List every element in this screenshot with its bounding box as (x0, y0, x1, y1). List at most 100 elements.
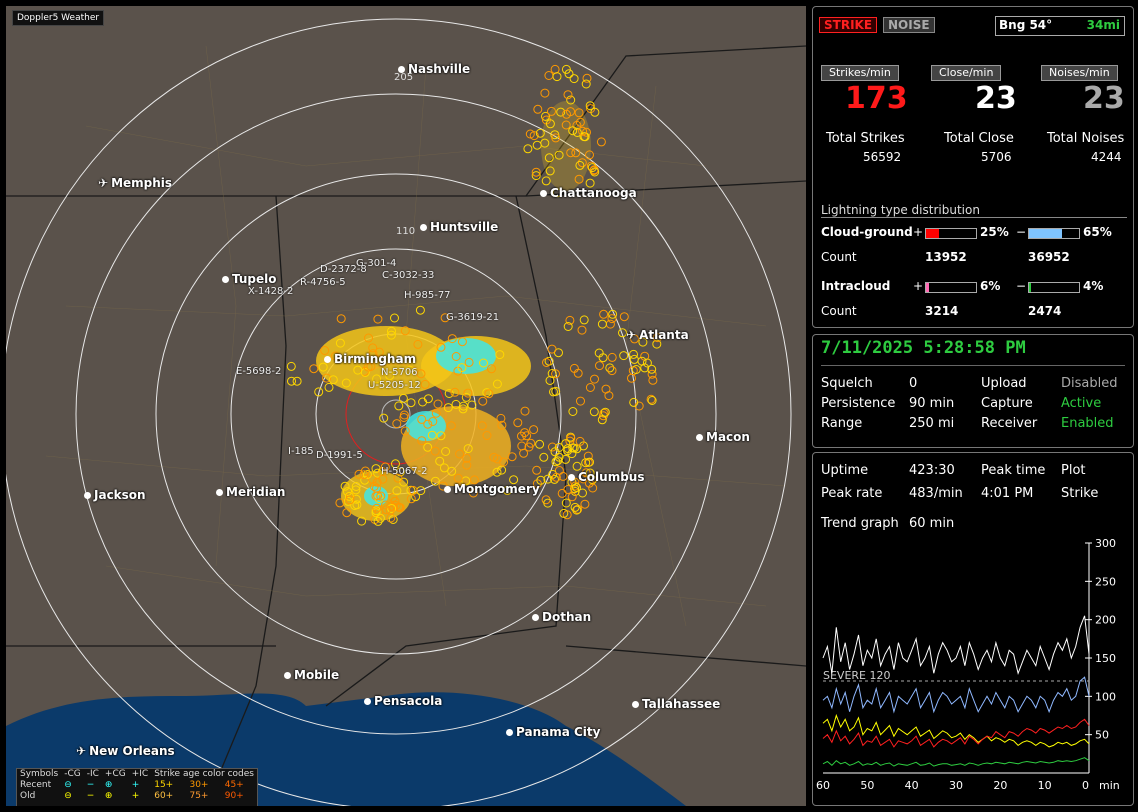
city-name: Tupelo (232, 272, 277, 286)
plot-value[interactable]: Strike (1061, 486, 1098, 501)
strike-symbol (552, 72, 562, 82)
lightning-map[interactable]: Doppler5 Weather Nashville ✈ Memphis Chatta… (6, 6, 806, 806)
legend-symbol: + (131, 791, 140, 801)
ic-minus-count: 2474 (1028, 304, 1062, 318)
strike-symbol (599, 309, 609, 319)
strike-symbol (585, 383, 595, 392)
total-strikes: 56592 (863, 150, 902, 164)
plus-sign: + (913, 279, 924, 293)
strike-symbol (631, 365, 641, 374)
strike-symbol (373, 314, 383, 324)
x-unit-label: min (1099, 779, 1120, 792)
total-close: 5706 (981, 150, 1012, 164)
ic-minus-bar (1028, 282, 1080, 293)
city-name: Chattanooga (550, 186, 637, 200)
strike-symbol (579, 315, 589, 325)
strike-symbol (596, 137, 606, 147)
strike-symbol (324, 382, 334, 392)
y-tick-label: 200 (1095, 614, 1116, 627)
peak-rate-value: 483/min (909, 486, 963, 501)
legend-symbol: + (131, 780, 140, 790)
strike-symbol (637, 356, 647, 366)
city-name: Birmingham (334, 352, 417, 366)
legend-cell: Old (20, 791, 36, 801)
close-per-min: 23 (975, 81, 1017, 116)
peak-time-value: 4:01 PM (981, 486, 1034, 501)
strike-symbol (605, 363, 615, 373)
strike-symbol (415, 305, 425, 315)
ic-label: Intracloud (821, 279, 891, 293)
noises-per-min: 23 (1083, 81, 1125, 116)
storm-cell-label[interactable]: X-1428-2 (248, 286, 293, 297)
city-name: Tallahassee (642, 697, 721, 711)
trend-value: 60 min (909, 516, 955, 531)
city-montgomery: Montgomery (444, 482, 540, 496)
strike-symbol (648, 375, 658, 385)
storm-cell-label[interactable]: D-1991-5 (316, 450, 363, 461)
close-per-min-label: Close/min (931, 65, 1002, 81)
upload-label: Upload (981, 376, 1027, 391)
storm-cell-label[interactable]: C-3032-33 (382, 270, 434, 281)
strike-symbol (478, 396, 488, 406)
city-dot-icon (216, 489, 223, 496)
divider (821, 365, 1125, 366)
storm-cell-label[interactable]: E-5698-2 (236, 366, 281, 377)
legend-symbol: ⊖ (64, 791, 72, 801)
city-dot-icon (420, 224, 427, 231)
strike-symbol (597, 319, 607, 329)
city-panama-city: Panama City (506, 725, 600, 739)
storm-cell-label[interactable]: I-185 (288, 446, 314, 457)
city-new-orleans: ✈ New Orleans (76, 744, 175, 758)
storm-cell-label[interactable]: H-5067-2 (381, 466, 428, 477)
range-value: 250 mi (909, 416, 955, 431)
strike-symbol (513, 418, 523, 428)
strike-symbol (539, 452, 549, 462)
city-pensacola: Pensacola (364, 694, 442, 708)
uptime-label: Uptime (821, 463, 869, 478)
strike-symbol (398, 393, 408, 403)
city-name: Dothan (542, 610, 592, 624)
y-tick-label: 100 (1095, 690, 1116, 703)
legend-age: 30+ (189, 780, 209, 790)
symbol-legend: Symbols -CG -IC +CG +IC Strike age color… (16, 768, 258, 806)
city-name: Jackson (94, 488, 146, 502)
city-dot-icon (696, 434, 703, 441)
cg-label: Cloud-ground (821, 225, 913, 239)
storm-cell-label[interactable]: H-985-77 (404, 290, 451, 301)
distribution-title: Lightning type distribution (821, 203, 1127, 218)
city-name: Macon (706, 430, 750, 444)
storm-cell-label[interactable]: G-3619-21 (446, 312, 499, 323)
noise-button[interactable]: NOISE (883, 17, 935, 33)
legend-symbol: ⊖ (64, 780, 72, 790)
strike-button[interactable]: STRIKE (819, 17, 878, 33)
city-name: Mobile (294, 668, 340, 682)
storm-cell-label[interactable]: R-4756-5 (300, 277, 346, 288)
datetime: 7/11/2025 5:28:58 PM (821, 338, 1026, 358)
city-macon: Macon (696, 430, 750, 444)
cg-minus-count: 36952 (1028, 250, 1070, 264)
city-tallahassee: Tallahassee (632, 697, 720, 711)
storm-cell-label[interactable]: U-5205-12 (368, 380, 421, 391)
map-canvas (6, 18, 806, 806)
strike-symbol (394, 401, 404, 411)
app-title: Doppler5 Weather (12, 10, 105, 26)
strikes-per-min: 173 (845, 81, 908, 116)
strike-symbol (580, 499, 590, 509)
strike-symbol (532, 465, 542, 475)
strike-symbol (590, 374, 599, 384)
city-mobile: Mobile (284, 668, 339, 682)
city-meridian: Meridian (216, 485, 285, 499)
strike-symbol (507, 452, 517, 462)
city-name: Huntsville (430, 220, 499, 234)
y-tick-label: 50 (1095, 729, 1109, 742)
city-dot-icon (506, 729, 513, 736)
city-dot-icon (540, 190, 547, 197)
storm-cell-label[interactable]: D-2372-8 (320, 264, 367, 275)
strike-symbol (406, 398, 416, 408)
legend-symbol: − (86, 791, 95, 801)
total-noises-label: Total Noises (1047, 131, 1125, 146)
cg-plus-bar (925, 228, 977, 239)
city-name: Panama City (516, 725, 601, 739)
storm-cell-label[interactable]: N-5706 (381, 367, 418, 378)
strike-symbol (541, 176, 551, 186)
